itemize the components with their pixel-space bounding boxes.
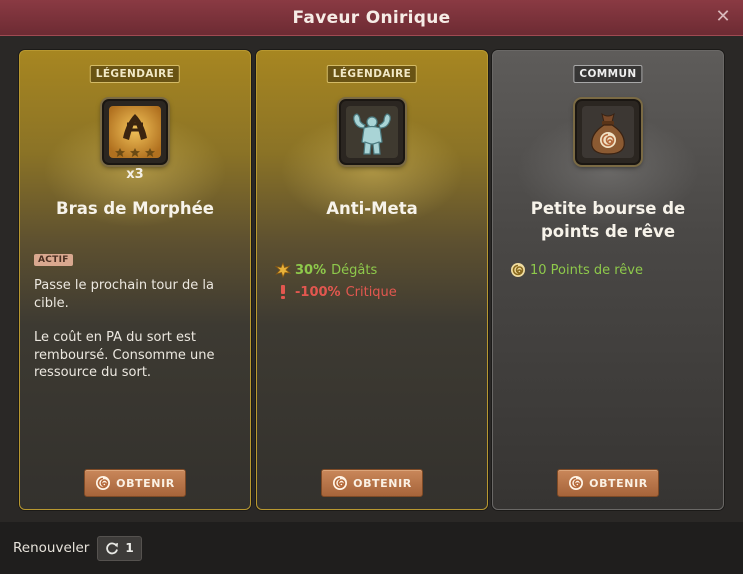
card-anti-meta: LÉGENDAIRE Anti-Meta 30% Dégâts -100% Cr… [256, 50, 488, 510]
description-line: Passe le prochain tour de la cible. [34, 278, 214, 311]
renew-label: Renouveler [13, 540, 90, 556]
dialog-footer: Renouveler 1 [0, 522, 743, 574]
obtain-label: OBTENIR [116, 476, 175, 490]
effect-critical: -100% Critique [275, 281, 480, 303]
card-bras-de-morphee: LÉGENDAIRE x3 Bras de Morphée ACTIF Pass… [19, 50, 251, 510]
obtain-label: OBTENIR [589, 476, 648, 490]
damage-burst-icon [275, 262, 291, 278]
dream-point-icon [511, 263, 525, 277]
renew-count: 1 [125, 541, 134, 555]
dialog-title-bar: Faveur Onirique ✕ [0, 0, 743, 36]
dialog-title: Faveur Onirique [292, 7, 451, 28]
effect-damage: 30% Dégâts [275, 259, 480, 281]
effect-value: -100% [295, 284, 341, 300]
card-name: Bras de Morphée [56, 199, 214, 218]
card-description: Passe le prochain tour de la cible. Le c… [34, 277, 244, 382]
morpheus-arm-icon [102, 99, 168, 165]
rarity-label: LÉGENDAIRE [89, 65, 181, 83]
rarity-label: LÉGENDAIRE [326, 65, 418, 83]
obtain-button[interactable]: OBTENIR [557, 469, 659, 497]
effect-value: 30% [295, 262, 327, 278]
item-count: x3 [126, 167, 144, 182]
effects-list: 30% Dégâts -100% Critique [275, 259, 480, 303]
description-line: Le coût en PA du sort est remboursé. Con… [34, 330, 215, 380]
effect-label: 10 Points de rêve [530, 262, 643, 278]
effect-label: Dégâts [331, 262, 378, 278]
close-icon[interactable]: ✕ [713, 7, 733, 27]
dream-point-icon [96, 476, 111, 490]
renew-button[interactable]: 1 [97, 535, 142, 561]
card-name: Petite bourse de points de rêve [530, 199, 686, 241]
refresh-icon [106, 542, 119, 555]
obtain-button[interactable]: OBTENIR [321, 469, 423, 497]
obtain-button[interactable]: OBTENIR [84, 469, 186, 497]
status-badge: ACTIF [34, 254, 73, 266]
dialog-content: LÉGENDAIRE x3 Bras de Morphée ACTIF Pass… [0, 36, 743, 522]
effects-list: 10 Points de rêve [510, 259, 715, 281]
effect-dream-points: 10 Points de rêve [510, 259, 715, 281]
obtain-label: OBTENIR [353, 476, 412, 490]
dream-point-icon [569, 476, 584, 490]
rarity-label: COMMUN [573, 65, 643, 83]
muscle-statue-icon [339, 99, 405, 165]
card-name: Anti-Meta [326, 199, 418, 218]
dream-point-icon [333, 476, 348, 490]
money-bag-icon [575, 99, 641, 165]
card-petite-bourse: COMMUN Petite bourse de points de rêve 1… [492, 50, 724, 510]
exclamation-icon [281, 285, 285, 299]
effect-label: Critique [345, 284, 397, 300]
